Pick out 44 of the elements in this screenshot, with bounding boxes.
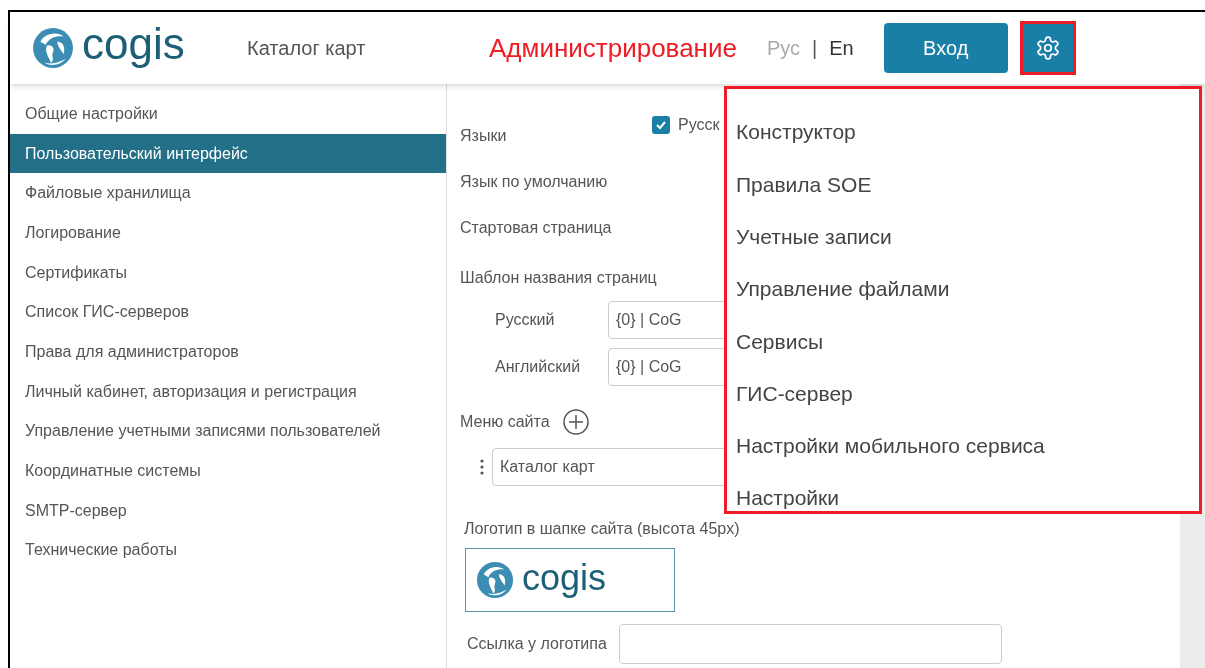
dropdown-item[interactable]: Учетные записи xyxy=(727,210,1199,263)
dropdown-item[interactable]: Правила SOE xyxy=(727,158,1199,211)
dropdown-item[interactable]: Управление файлами xyxy=(727,262,1199,316)
login-button[interactable]: Вход xyxy=(883,23,1008,73)
field-label: Логотип в шапке сайта (высота 45px) xyxy=(464,519,740,539)
sidebar-item[interactable]: Логирование xyxy=(10,213,446,253)
globe-logo-icon xyxy=(476,561,514,599)
sidebar-item[interactable]: Файловые хранилища xyxy=(10,173,446,214)
dropdown-item[interactable]: Сервисы xyxy=(727,315,1199,368)
language-checkbox[interactable] xyxy=(652,116,670,134)
field-label: Ссылка у логотипа xyxy=(467,634,607,654)
dropdown-item[interactable]: ГИС-сервер xyxy=(727,367,1199,420)
sidebar-item[interactable]: Технические работы xyxy=(10,530,446,571)
add-icon[interactable] xyxy=(561,408,590,436)
settings-button[interactable] xyxy=(1019,21,1076,75)
drag-handle-icon[interactable] xyxy=(480,458,484,476)
field-label: Меню сайта xyxy=(460,412,550,432)
logo-preview[interactable]: cogis xyxy=(465,548,675,612)
language-separator: | xyxy=(812,36,818,61)
page-title: Администрирование xyxy=(489,31,737,65)
sidebar-item[interactable]: Пользовательский интерфейс xyxy=(10,133,446,174)
sidebar-item[interactable]: Управление учетными записями пользователей xyxy=(10,411,446,452)
sidebar-item[interactable]: SMTP-сервер xyxy=(10,490,446,531)
logo-text: cogis xyxy=(522,560,607,596)
language-link[interactable]: En xyxy=(829,33,854,63)
logo-text: cogis xyxy=(82,22,185,66)
field-label: Английский xyxy=(494,356,582,377)
field-label: Языки xyxy=(460,126,508,146)
check-icon xyxy=(655,119,667,131)
field-label: Язык по умолчанию xyxy=(460,172,608,192)
field-label: Русский xyxy=(494,309,556,330)
field-label: Шаблон названия страниц xyxy=(460,268,657,288)
link-input-field[interactable] xyxy=(618,624,1002,664)
sidebar-item[interactable]: Права для администраторов xyxy=(10,332,446,372)
settings-icon xyxy=(1034,35,1061,61)
sidebar-item[interactable]: Сертификаты xyxy=(10,252,446,293)
field-label: Стартовая страница xyxy=(460,218,612,238)
sidebar-item[interactable]: Координатные системы xyxy=(10,451,446,491)
sidebar-item[interactable]: Общие настройки xyxy=(10,94,446,134)
sidebar-item[interactable]: Личный кабинет, авторизация и регистрация xyxy=(10,371,446,412)
checkbox-label: Русск xyxy=(678,115,720,135)
dropdown-item[interactable]: Конструктор xyxy=(727,106,1199,159)
sidebar-item[interactable]: Список ГИС-серверов xyxy=(10,292,446,333)
globe-logo-icon xyxy=(32,27,74,69)
